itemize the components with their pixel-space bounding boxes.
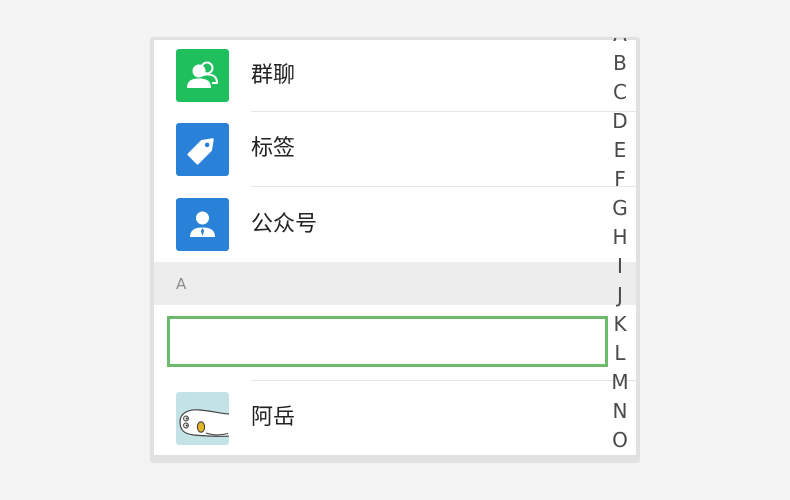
- index-letter-d[interactable]: D: [606, 107, 634, 136]
- list-item-group-chats[interactable]: 群聊: [154, 40, 636, 111]
- index-letter-h[interactable]: H: [606, 223, 634, 252]
- list-item-official-accounts[interactable]: 公众号: [154, 187, 636, 262]
- index-letter-n[interactable]: N: [606, 397, 634, 426]
- cartoon-duck-avatar-icon: [179, 408, 229, 437]
- section-header-letter: A: [176, 274, 187, 293]
- index-letter-f[interactable]: F: [606, 165, 634, 194]
- index-letter-c[interactable]: C: [606, 78, 634, 107]
- group-chat-icon: [176, 49, 229, 102]
- index-letter-m[interactable]: M: [606, 368, 634, 397]
- index-letter-j[interactable]: J: [606, 281, 634, 310]
- list-item-label: 标签: [251, 136, 296, 161]
- section-header-a: A: [154, 262, 636, 305]
- contact-row[interactable]: 阿岳: [154, 381, 636, 455]
- index-letter-o[interactable]: O: [606, 426, 634, 455]
- index-letter-e[interactable]: E: [606, 136, 634, 165]
- index-letter-a[interactable]: A: [606, 38, 634, 49]
- list-item-label: 群聊: [251, 62, 296, 88]
- list-item-tags[interactable]: 标签: [154, 112, 636, 186]
- index-letter-k[interactable]: K: [606, 310, 634, 339]
- contacts-list[interactable]: 群聊 标签 公众号 A 阿岳: [154, 40, 636, 455]
- index-letter-g[interactable]: G: [606, 194, 634, 223]
- selection-highlight: [167, 316, 608, 367]
- contact-avatar: [176, 391, 229, 445]
- index-letter-b[interactable]: B: [606, 49, 634, 78]
- index-letter-l[interactable]: L: [606, 339, 634, 368]
- index-letter-i[interactable]: I: [606, 252, 634, 281]
- official-account-icon: [176, 198, 229, 251]
- alphabet-index-bar[interactable]: A B C D E F G H I J K L M N O: [606, 38, 634, 458]
- list-item-label: 公众号: [251, 211, 318, 237]
- tag-icon: [176, 122, 229, 176]
- contact-name: 阿岳: [251, 405, 296, 430]
